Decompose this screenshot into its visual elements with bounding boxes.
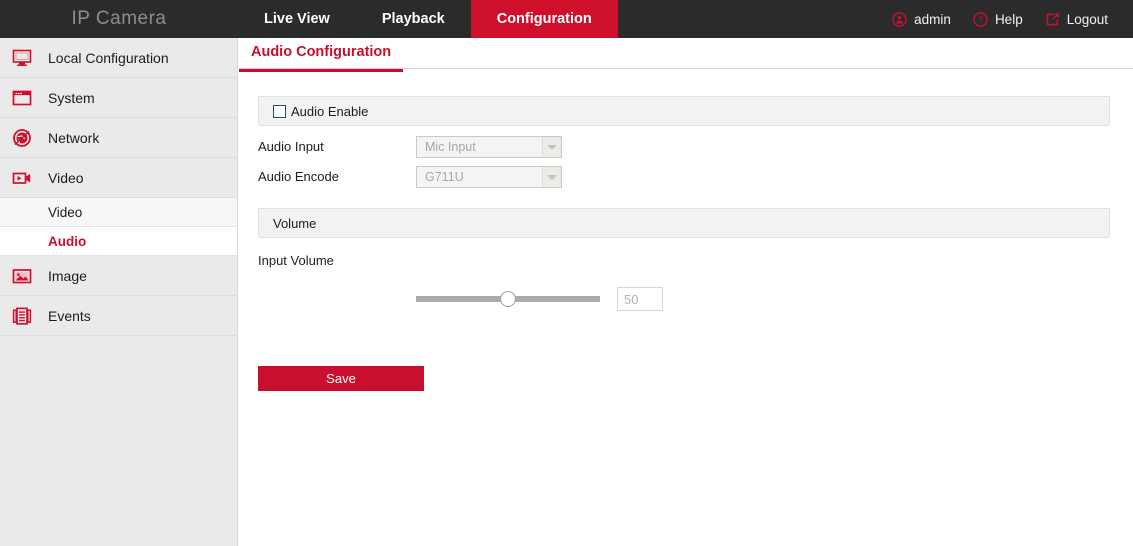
audio-enable-section: Audio Enable (258, 96, 1110, 126)
sidebar-item-label: Events (48, 307, 91, 324)
sidebar-subitem-audio[interactable]: Audio (0, 227, 237, 256)
sidebar-subitem-video[interactable]: Video (0, 198, 237, 227)
sidebar-item-events[interactable]: Events (0, 296, 237, 336)
help-circle-icon: ? (973, 11, 988, 27)
sidebar-item-label: Image (48, 267, 87, 284)
input-volume-label: Input Volume (258, 253, 334, 268)
volume-section-header: Volume (258, 208, 1110, 238)
nav-tab-configuration[interactable]: Configuration (470, 0, 618, 38)
volume-section-label: Volume (273, 215, 317, 231)
slider-handle[interactable] (500, 291, 516, 307)
top-header-bar: IP Camera Live View Playback Configurati… (0, 0, 1133, 38)
header-help-label: Help (994, 11, 1023, 27)
audio-enable-label: Audio Enable (291, 103, 369, 119)
sidebar-item-label: System (48, 89, 95, 106)
sidebar-item-label: Network (48, 129, 100, 146)
picture-icon (12, 268, 32, 283)
header-spacer (618, 0, 881, 38)
app-brand-title: IP Camera (71, 8, 167, 29)
sidebar-item-local-configuration[interactable]: Local Configuration (0, 38, 237, 78)
header-help-button[interactable]: ? Help (962, 0, 1034, 38)
sidebar-item-label: Local Configuration (48, 49, 169, 66)
sidebar-subitem-label: Audio (48, 233, 87, 249)
sidebar-item-image[interactable]: Image (0, 256, 237, 296)
save-button[interactable]: Save (258, 366, 424, 391)
nav-tab-playback[interactable]: Playback (356, 0, 471, 38)
header-user-label: admin (914, 11, 951, 27)
sidebar-navigation: Local Configuration System Network Video… (0, 38, 238, 546)
audio-input-value: Mic Input (425, 140, 476, 154)
header-logout-label: Logout (1066, 11, 1108, 27)
window-icon (12, 90, 32, 105)
audio-input-dropdown[interactable]: Mic Input (416, 136, 562, 158)
audio-enable-checkbox[interactable] (273, 104, 286, 118)
sidebar-subitem-label: Video (48, 204, 83, 220)
chevron-down-icon[interactable] (542, 137, 561, 157)
header-user-button[interactable]: admin (881, 0, 962, 38)
audio-encode-dropdown[interactable]: G711U (416, 166, 562, 188)
input-volume-value-field[interactable] (617, 287, 663, 311)
audio-input-label: Audio Input (258, 139, 324, 154)
sidebar-item-label: Video (48, 169, 84, 186)
sidebar-item-video[interactable]: Video (0, 158, 237, 198)
tab-audio-configuration[interactable]: Audio Configuration (239, 44, 404, 72)
monitor-icon (12, 49, 32, 66)
sidebar-item-system[interactable]: System (0, 78, 237, 118)
chevron-down-icon[interactable] (542, 167, 561, 187)
globe-icon (13, 128, 31, 147)
logout-icon (1046, 13, 1059, 25)
video-camera-icon (12, 172, 31, 184)
input-volume-slider[interactable] (416, 291, 600, 307)
user-circle-icon (892, 11, 907, 27)
header-actions: admin ? Help Logout (881, 0, 1133, 38)
sidebar-item-network[interactable]: Network (0, 118, 237, 158)
audio-encode-label: Audio Encode (258, 169, 339, 184)
svg-text:?: ? (978, 14, 983, 24)
header-logout-button[interactable]: Logout (1034, 0, 1119, 38)
content-tab-strip: Audio Configuration (239, 38, 1133, 72)
events-icon (12, 307, 32, 325)
main-content-panel: Audio Configuration Audio Enable Audio I… (239, 38, 1133, 546)
nav-tab-live-view[interactable]: Live View (238, 0, 356, 38)
audio-encode-value: G711U (425, 170, 464, 184)
